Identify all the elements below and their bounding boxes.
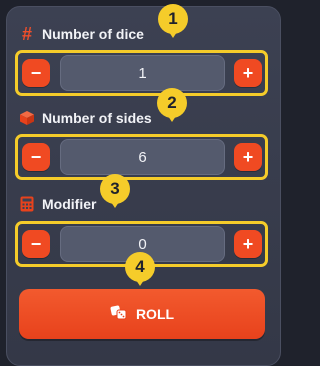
calculator-icon — [19, 196, 35, 212]
sides-increment-button[interactable]: + — [234, 143, 262, 171]
dice-count-input[interactable]: 1 — [60, 55, 225, 91]
sides-label: Number of sides — [19, 110, 152, 126]
roll-button-label: ROLL — [135, 306, 175, 322]
hash-icon: # — [21, 24, 32, 44]
dice-icon — [110, 305, 128, 324]
annotation-marker-2: 2 — [157, 88, 187, 122]
sides-decrement-button[interactable]: − — [22, 143, 50, 171]
annotation-marker-4: 4 — [125, 252, 155, 286]
cube-icon — [19, 110, 35, 126]
roll-button[interactable]: ROLL — [19, 289, 265, 339]
annotation-marker-1: 1 — [158, 4, 188, 38]
dice-count-decrement-button[interactable]: − — [22, 59, 50, 87]
modifier-decrement-button[interactable]: − — [22, 230, 50, 258]
dice-count-increment-button[interactable]: + — [234, 59, 262, 87]
modifier-increment-button[interactable]: + — [234, 230, 262, 258]
dice-count-label-text: Number of dice — [42, 26, 144, 42]
sides-input[interactable]: 6 — [60, 139, 225, 175]
modifier-label: Modifier — [19, 196, 96, 212]
sides-label-text: Number of sides — [42, 110, 152, 126]
annotation-marker-3: 3 — [100, 174, 130, 208]
modifier-label-text: Modifier — [42, 196, 97, 212]
dice-count-label: # Number of dice — [19, 24, 144, 44]
